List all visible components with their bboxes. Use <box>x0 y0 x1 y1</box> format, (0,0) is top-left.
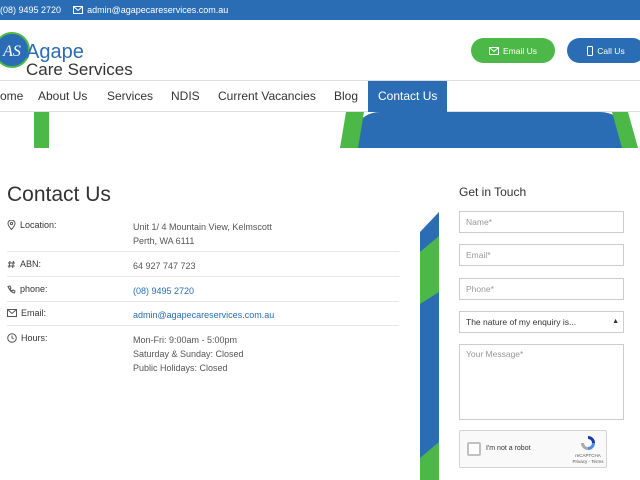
phone-label: phone: <box>7 284 48 294</box>
site-logo[interactable]: AS Agape Care Services <box>0 28 142 79</box>
email-input[interactable]: Email* <box>459 244 624 266</box>
enquiry-select[interactable]: The nature of my enquiry is... ▲ <box>459 311 624 333</box>
select-arrows-icon: ▲ <box>612 318 619 325</box>
svg-text:AS: AS <box>2 43 21 60</box>
topbar-phone[interactable]: (08) 9495 2720 <box>0 5 61 15</box>
location-value: Unit 1/ 4 Mountain View, Kelmscott Perth… <box>133 222 272 246</box>
topbar-phone-text: (08) 9495 2720 <box>0 5 62 15</box>
abn-label: ABN: <box>7 259 41 269</box>
hash-icon <box>7 260 15 268</box>
phone-link[interactable]: (08) 9495 2720 <box>133 284 194 298</box>
mail-icon <box>488 46 499 55</box>
call-us-button[interactable]: Call Us <box>567 38 640 63</box>
recaptcha-logo-icon <box>581 436 595 450</box>
contact-row-phone: phone: (08) 9495 2720 <box>7 284 399 302</box>
recaptcha-branding: reCAPTCHA Privacy - Terms <box>572 435 604 465</box>
recaptcha-widget: I'm not a robot reCAPTCHA Privacy - Term… <box>459 430 607 468</box>
nav-item-contact-us[interactable]: Contact Us <box>368 81 447 112</box>
logo-name-line1: Agape <box>26 41 84 63</box>
hours-label: Hours: <box>7 333 48 343</box>
nav-item-services[interactable]: Services <box>97 81 163 112</box>
name-input[interactable]: Name* <box>459 211 624 233</box>
contact-row-location: Location: Unit 1/ 4 Mountain View, Kelms… <box>7 220 399 252</box>
call-us-label: Call Us <box>597 45 625 56</box>
nav-item-about-us[interactable]: About Us <box>28 81 97 112</box>
phone-input[interactable]: Phone* <box>459 278 624 300</box>
email-label: Email: <box>7 308 46 318</box>
site-header: AS Agape Care Services Email Us Call Us <box>0 20 640 80</box>
top-contact-bar: (08) 9495 2720 admin@agapecareservices.c… <box>0 0 640 20</box>
contact-row-abn: ABN: 64 927 747 723 <box>7 259 399 277</box>
email-us-label: Email Us <box>502 45 537 56</box>
page-title: Contact Us <box>7 183 111 206</box>
nav-item-ndis[interactable]: NDIS <box>161 81 210 112</box>
nav-item-current-vacancies[interactable]: Current Vacancies <box>208 81 326 112</box>
recaptcha-label: I'm not a robot <box>486 445 531 452</box>
nav-item-blog[interactable]: Blog <box>324 81 368 112</box>
email-link[interactable]: admin@agapecareservices.com.au <box>133 308 274 322</box>
topbar-email-text: admin@agapecareservices.com.au <box>87 5 229 15</box>
email-us-button[interactable]: Email Us <box>471 38 555 63</box>
contact-row-email: Email: admin@agapecareservices.com.au <box>7 308 399 326</box>
abn-value: 64 927 747 723 <box>133 261 196 271</box>
form-title: Get in Touch <box>459 185 527 199</box>
phone-icon <box>7 284 16 294</box>
location-label: Location: <box>7 220 57 230</box>
topbar-email[interactable]: admin@agapecareservices.com.au <box>73 5 228 15</box>
clock-icon <box>7 333 17 343</box>
logo-name-line2: Care Services <box>26 60 133 79</box>
map-pin-icon <box>7 220 16 230</box>
main-nav: ome About Us Services NDIS Current Vacan… <box>0 80 640 112</box>
mobile-phone-icon <box>587 45 594 56</box>
enquiry-select-value: The nature of my enquiry is... <box>466 317 577 327</box>
contact-row-hours: Hours: Mon-Fri: 9:00am - 5:00pm Saturday… <box>7 333 399 377</box>
mail-icon <box>73 6 84 14</box>
mail-icon <box>7 309 17 317</box>
recaptcha-checkbox[interactable] <box>467 442 481 456</box>
message-textarea[interactable]: Your Message* <box>459 344 624 420</box>
hours-value: Mon-Fri: 9:00am - 5:00pm Saturday & Sund… <box>133 335 244 373</box>
